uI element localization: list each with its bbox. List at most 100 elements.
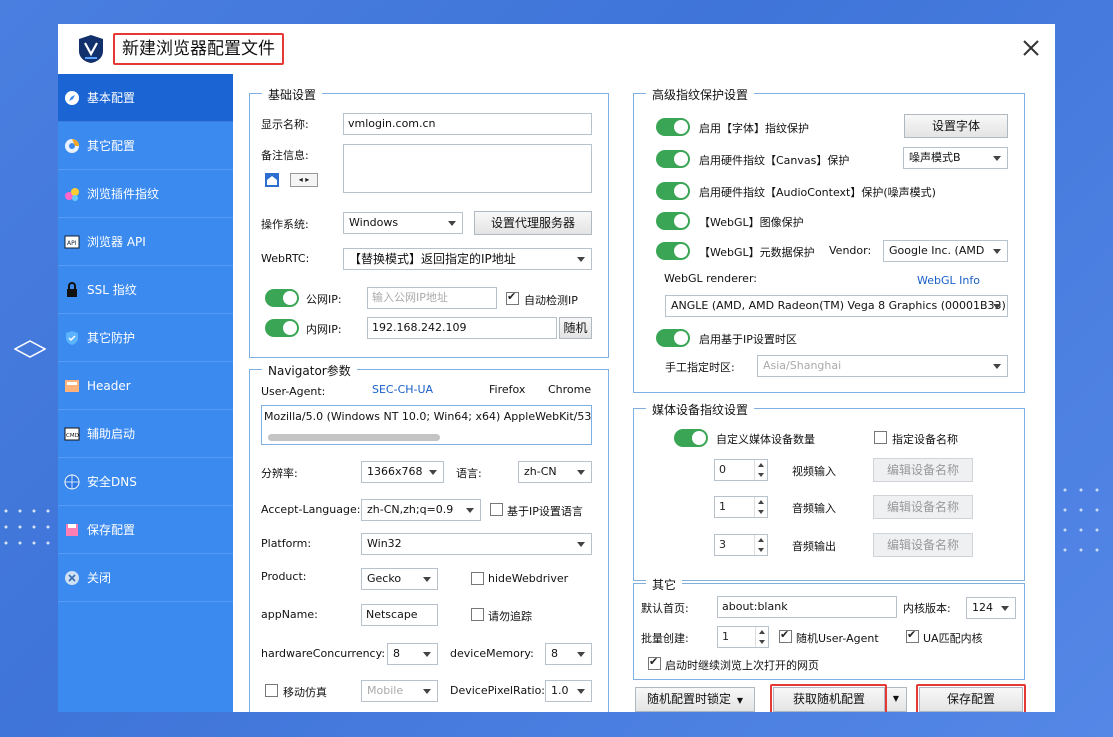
device-pixel-ratio-select[interactable]: 1.0 (545, 680, 592, 702)
sidebar-item-assisted-launch[interactable]: CMD 辅助启动 (58, 410, 233, 458)
specify-device-name-checkbox[interactable] (874, 431, 887, 444)
timezone-select[interactable]: Asia/Shanghai (757, 355, 1008, 377)
vendor-select[interactable]: Google Inc. (AMD (883, 240, 1008, 262)
close-circle-icon (63, 569, 81, 587)
spinner-arrows-icon[interactable] (755, 627, 768, 647)
horizontal-scrollbar[interactable] (268, 434, 440, 441)
lock-random-config-button[interactable]: 随机配置时锁定 ▼ (635, 687, 755, 712)
canvas-protection-toggle[interactable] (656, 150, 690, 168)
set-font-button[interactable]: 设置字体 (904, 114, 1008, 138)
header-icon (63, 377, 81, 395)
lan-ip-toggle[interactable] (265, 319, 299, 337)
audio-output-spinner[interactable]: 3 (714, 534, 768, 556)
resolution-label: 分辨率: (261, 467, 298, 480)
video-input-spinner[interactable]: 0 (714, 459, 768, 481)
audio-protection-label: 启用硬件指纹【AudioContext】保护(噪声模式) (699, 186, 936, 199)
lan-ip-input[interactable]: 192.168.242.109 (367, 317, 557, 339)
edit-video-input-name-button[interactable]: 编辑设备名称 (873, 458, 973, 482)
chrome-option[interactable]: Chrome (548, 383, 591, 396)
mobile-emulation-checkbox[interactable] (265, 684, 278, 697)
font-protection-toggle[interactable] (656, 118, 690, 136)
webgl-metadata-toggle[interactable] (656, 242, 690, 260)
ip-language-checkbox[interactable] (490, 503, 503, 516)
firefox-option[interactable]: Firefox (489, 383, 525, 396)
continue-session-label: 启动时继续浏览上次打开的网页 (665, 659, 819, 672)
product-select[interactable]: Gecko (361, 568, 438, 590)
sidebar-item-plugin-fingerprint[interactable]: 浏览插件指纹 (58, 170, 233, 218)
webgl-info-link[interactable]: WebGL Info (917, 274, 980, 287)
specify-device-name-label: 指定设备名称 (892, 433, 958, 446)
custom-media-count-toggle[interactable] (674, 429, 708, 447)
sidebar-item-ssl-fingerprint[interactable]: SSL 指纹 (58, 266, 233, 314)
sidebar-item-other-protection[interactable]: 其它防护 (58, 314, 233, 362)
sidebar-item-secure-dns[interactable]: 安全DNS (58, 458, 233, 506)
random-user-agent-checkbox[interactable] (779, 628, 792, 643)
batch-create-spinner[interactable]: 1 (717, 626, 769, 648)
homepage-input[interactable]: about:blank (717, 596, 897, 618)
appname-input[interactable]: Netscape (361, 604, 438, 626)
main-content: 基础设置 显示名称: vmlogin.com.cn 备注信息: ◂ ▸ 操作系统… (233, 74, 1055, 712)
user-agent-textbox[interactable]: Mozilla/5.0 (Windows NT 10.0; Win64; x64… (261, 405, 592, 445)
accept-language-select[interactable]: zh-CN,zh;q=0.9 (361, 499, 481, 521)
nav-arrows[interactable]: ◂ ▸ (290, 173, 318, 187)
do-not-track-checkbox[interactable] (471, 608, 484, 621)
device-memory-select[interactable]: 8 (545, 643, 592, 665)
public-ip-toggle[interactable] (265, 289, 299, 307)
batch-create-value: 1 (722, 630, 729, 643)
sec-ch-ua-link[interactable]: SEC-CH-UA (372, 383, 433, 396)
hide-webdriver-checkbox[interactable] (471, 572, 484, 585)
sidebar-item-basic[interactable]: 基本配置 (58, 74, 233, 122)
edit-audio-output-name-button[interactable]: 编辑设备名称 (873, 533, 973, 557)
notes-textarea[interactable] (343, 144, 592, 193)
sidebar-item-label: SSL 指纹 (87, 283, 137, 297)
right-arrow-icon[interactable]: ▸ (305, 175, 309, 184)
media-device-group: 媒体设备指纹设置 自定义媒体设备数量 指定设备名称 0 视频输入 编辑设备名称 … (633, 401, 1025, 581)
sidebar-item-save-config[interactable]: 保存配置 (58, 506, 233, 554)
group-title: 高级指纹保护设置 (646, 86, 755, 103)
canvas-mode-select[interactable]: 噪声模式B (903, 147, 1008, 169)
display-name-input[interactable]: vmlogin.com.cn (343, 113, 592, 135)
plugin-icon (63, 185, 81, 203)
hardware-concurrency-select[interactable]: 8 (387, 643, 438, 665)
group-title: 其它 (646, 576, 683, 593)
sidebar-item-close[interactable]: 关闭 (58, 554, 233, 602)
kernel-version-select[interactable]: 124 (966, 597, 1016, 619)
sidebar-item-header[interactable]: Header (58, 362, 233, 410)
ip-timezone-toggle[interactable] (656, 329, 690, 347)
mobile-select[interactable]: Mobile (361, 680, 438, 702)
webgl-renderer-select[interactable]: ANGLE (AMD, AMD Radeon(TM) Vega 8 Graphi… (665, 295, 1008, 317)
left-arrow-icon[interactable]: ◂ (299, 175, 303, 184)
language-select[interactable]: zh-CN (518, 461, 592, 483)
os-select[interactable]: Windows (343, 212, 463, 234)
globe-icon (63, 137, 81, 155)
edit-audio-input-name-button[interactable]: 编辑设备名称 (873, 495, 973, 519)
spinner-arrows-icon[interactable] (754, 497, 767, 517)
sidebar-item-browser-api[interactable]: API 浏览器 API (58, 218, 233, 266)
basic-settings-group: 基础设置 显示名称: vmlogin.com.cn 备注信息: ◂ ▸ 操作系统… (249, 86, 609, 358)
dns-globe-icon (63, 473, 81, 491)
public-ip-input[interactable]: 输入公网IP地址 (367, 287, 497, 309)
sidebar-item-other-config[interactable]: 其它配置 (58, 122, 233, 170)
home-icon[interactable] (265, 173, 279, 187)
audio-input-spinner[interactable]: 1 (714, 496, 768, 518)
set-proxy-button[interactable]: 设置代理服务器 (474, 211, 592, 235)
spinner-arrows-icon[interactable] (754, 460, 767, 480)
background-dots-decoration (4, 509, 50, 545)
random-user-agent-label: 随机User-Agent (796, 632, 879, 645)
ua-match-kernel-checkbox[interactable] (906, 628, 919, 643)
resolution-select[interactable]: 1366x768 (361, 461, 444, 483)
webrtc-select[interactable]: 【替换模式】返回指定的IP地址 (343, 248, 592, 270)
svg-text:API: API (67, 240, 77, 247)
group-title: Navigator参数 (262, 362, 357, 379)
webgl-image-toggle[interactable] (656, 212, 690, 230)
random-ip-button[interactable]: 随机 (559, 317, 592, 339)
continue-session-checkbox[interactable] (648, 655, 661, 670)
background-diamond-decoration (14, 340, 46, 358)
random-config-dropdown[interactable]: ▼ (885, 687, 907, 712)
spinner-arrows-icon[interactable] (754, 535, 767, 555)
platform-select[interactable]: Win32 (361, 533, 592, 555)
audio-protection-toggle[interactable] (656, 182, 690, 200)
auto-detect-ip-checkbox[interactable] (506, 290, 519, 305)
sidebar-item-label: 其它防护 (87, 331, 136, 345)
close-icon[interactable] (1019, 36, 1043, 60)
